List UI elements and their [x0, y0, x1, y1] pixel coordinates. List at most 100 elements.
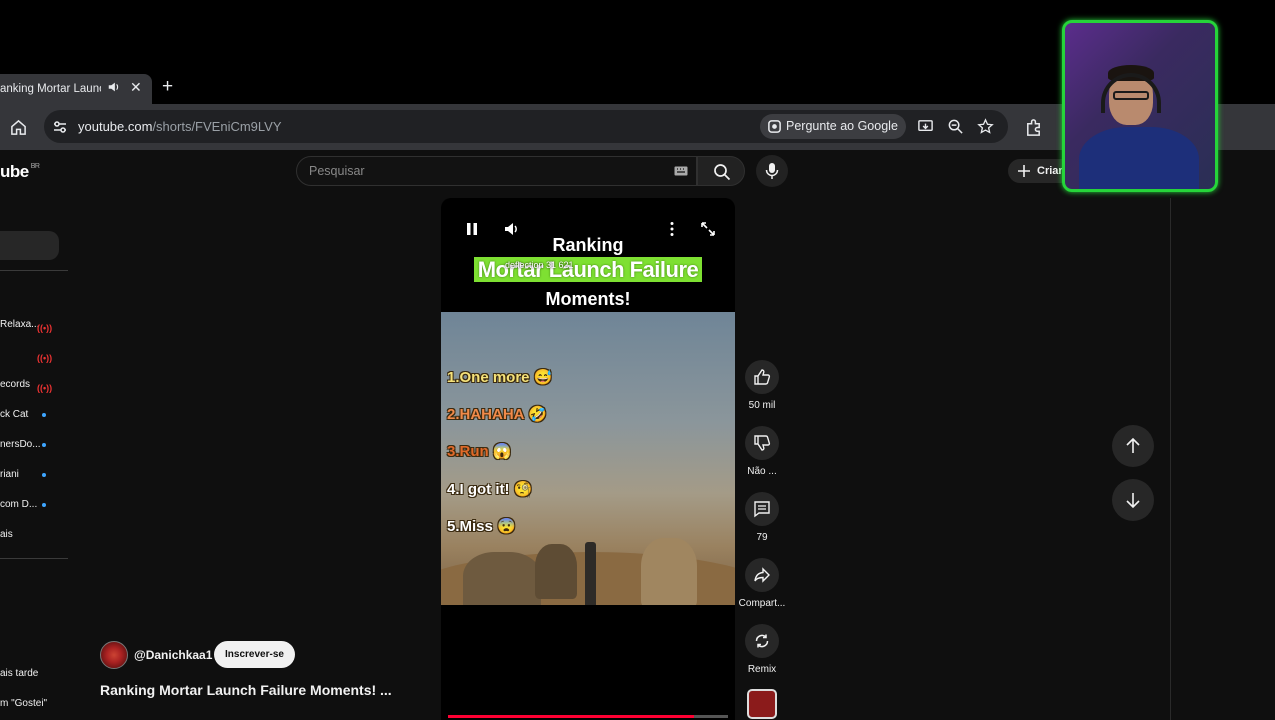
remix-label: Remix: [747, 664, 777, 675]
sidebar-divider: [0, 558, 68, 559]
fullscreen-icon[interactable]: [699, 220, 717, 238]
install-app-icon[interactable]: [917, 118, 934, 135]
microphone-icon: [765, 163, 779, 179]
dislike-button-circle[interactable]: [745, 426, 779, 460]
channel-handle[interactable]: @Danichkaa1: [134, 648, 212, 662]
thumbs-up-icon: [754, 369, 771, 385]
comment-count: 79: [756, 532, 768, 543]
video-progress-bar[interactable]: [448, 715, 728, 718]
search-icon: [714, 164, 731, 181]
search-input[interactable]: Pesquisar: [296, 156, 697, 186]
home-icon[interactable]: [10, 119, 27, 136]
share-button-circle[interactable]: [745, 558, 779, 592]
like-count: 50 mil: [748, 400, 776, 411]
comments-button-circle[interactable]: [745, 492, 779, 526]
subscription-item[interactable]: ecords ((•)): [0, 376, 66, 406]
dislike-button[interactable]: Não ...: [736, 426, 788, 477]
site-info-icon[interactable]: [52, 119, 68, 135]
rank-emoji: 🧐: [513, 481, 533, 498]
arrow-up-icon: [1126, 437, 1140, 453]
voice-search-button[interactable]: [756, 155, 788, 187]
remix-button[interactable]: Remix: [736, 624, 788, 675]
extensions-icon[interactable]: [1024, 118, 1043, 137]
share-button[interactable]: Compart...: [736, 558, 788, 609]
region-code: BR: [30, 163, 40, 170]
rank-emoji: 😅: [533, 369, 553, 386]
short-caption[interactable]: Ranking Mortar Launch Failure Moments! .…: [100, 682, 392, 698]
live-icon: ((•)): [37, 353, 53, 363]
rank-emoji: 😱: [492, 443, 512, 460]
live-icon: ((•)): [37, 383, 53, 393]
more-options-icon[interactable]: [663, 220, 681, 238]
search-button[interactable]: [697, 156, 745, 186]
tab-title: anking Mortar Launc: [0, 83, 101, 95]
like-button-circle[interactable]: [745, 360, 779, 394]
soldier-figure: [463, 552, 541, 605]
new-content-dot: [42, 413, 46, 417]
shorts-player[interactable]: Ranking Mortar Launch Failure Moments! d…: [441, 198, 735, 720]
subscription-name: com D...: [0, 499, 38, 510]
new-content-dot: [42, 473, 46, 477]
url-host: youtube.com: [78, 119, 153, 134]
sidebar-divider: [0, 270, 68, 271]
next-short-button[interactable]: [1112, 479, 1154, 521]
video-title-line-2: Mortar Launch Failure: [441, 257, 735, 283]
remix-button-circle[interactable]: [745, 624, 779, 658]
subscriptions-list: Relaxa... ((•)) ((•)) ecords ((•)) ck Cat …: [0, 316, 66, 556]
browser-tab[interactable]: anking Mortar Launc ✕: [0, 74, 152, 104]
rank-item: 2.HAHAHA 🤣: [447, 405, 547, 423]
audio-source-thumbnail[interactable]: [747, 689, 777, 719]
video-progress-fill: [448, 715, 695, 718]
mortar-tube: [585, 542, 596, 605]
sidebar-item-liked[interactable]: m "Gostei": [0, 698, 47, 709]
dislike-label: Não ...: [747, 466, 777, 477]
rank-item: 5.Miss 😨: [447, 517, 516, 535]
google-lens-icon: [768, 120, 781, 133]
youtube-logo[interactable]: ube BR: [0, 162, 40, 182]
arrow-down-icon: [1126, 493, 1140, 509]
subscription-item[interactable]: ais: [0, 526, 66, 556]
like-button[interactable]: 50 mil: [736, 360, 788, 411]
subscription-item[interactable]: riani: [0, 466, 66, 496]
address-bar[interactable]: youtube.com/shorts/FVEniCm9LVY Pergunte …: [44, 110, 1008, 143]
new-tab-button[interactable]: +: [162, 76, 173, 98]
rank-emoji: 🤣: [528, 406, 547, 423]
comment-icon: [754, 501, 770, 518]
rank-emoji: 😨: [497, 518, 516, 535]
page-divider: [1170, 198, 1171, 720]
new-content-dot: [42, 503, 46, 507]
subscribe-button[interactable]: Inscrever-se: [214, 641, 295, 668]
youtube-page: ube BR Pesquisar Criar Relaxa... ((•)) ((•…: [0, 150, 1275, 720]
subscription-item[interactable]: Relaxa... ((•)): [0, 316, 66, 346]
keyboard-icon[interactable]: [674, 166, 688, 176]
search-placeholder: Pesquisar: [309, 164, 365, 178]
comments-button[interactable]: 79: [736, 492, 788, 543]
thumbs-down-icon: [754, 435, 771, 451]
previous-short-button[interactable]: [1112, 425, 1154, 467]
subscription-item[interactable]: com D...: [0, 496, 66, 526]
zoom-icon[interactable]: [947, 118, 964, 135]
bookmark-star-icon[interactable]: [977, 118, 994, 135]
sidebar-item-watch-later[interactable]: ais tarde: [0, 668, 38, 679]
url-text[interactable]: youtube.com/shorts/FVEniCm9LVY: [78, 119, 282, 134]
rank-text: 4.I got it!: [447, 481, 510, 498]
subscription-name: Relaxa...: [0, 319, 40, 330]
subscription-item[interactable]: ((•)): [0, 346, 66, 376]
subscription-name: ais: [0, 529, 13, 540]
pause-icon[interactable]: [463, 220, 481, 238]
streamer-body: [1079, 127, 1199, 189]
subscription-name: riani: [0, 469, 19, 480]
rank-item: 4.I got it! 🧐: [447, 480, 532, 498]
sidebar-active-item[interactable]: [0, 231, 59, 260]
share-label: Compart...: [738, 598, 786, 609]
ask-google-button[interactable]: Pergunte ao Google: [760, 114, 906, 139]
volume-icon[interactable]: [503, 220, 521, 238]
subscription-name: nersDo...: [0, 439, 41, 450]
subscription-item[interactable]: ck Cat: [0, 406, 66, 436]
subscription-name: ecords: [0, 379, 31, 390]
speaker-icon[interactable]: [107, 80, 121, 94]
rank-item: 1.One more 😅: [447, 368, 552, 386]
avatar[interactable]: [100, 641, 128, 669]
subscription-item[interactable]: nersDo...: [0, 436, 66, 466]
close-tab-icon[interactable]: ✕: [130, 79, 142, 96]
